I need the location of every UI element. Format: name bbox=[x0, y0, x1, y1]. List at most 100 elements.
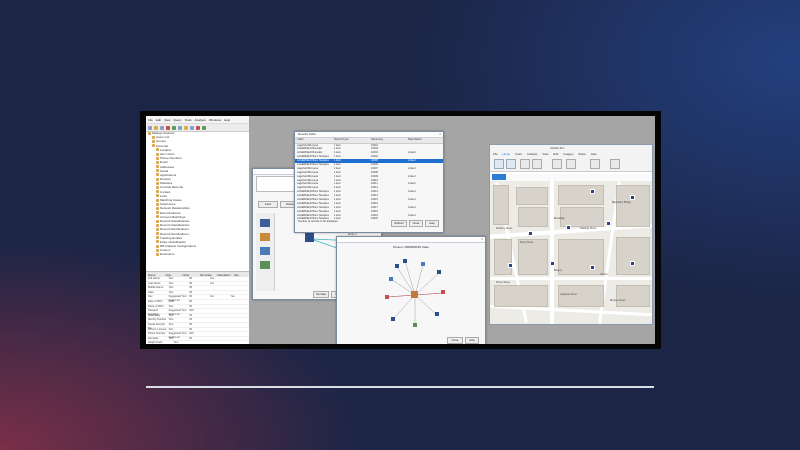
open-icon[interactable] bbox=[154, 125, 158, 130]
map-pin[interactable] bbox=[508, 263, 513, 268]
menu-item-help[interactable]: Help bbox=[224, 118, 230, 122]
network-node[interactable] bbox=[421, 262, 425, 266]
tab-imagery[interactable]: Imagery bbox=[563, 152, 573, 156]
menu-item-tools[interactable]: Tools bbox=[185, 118, 192, 122]
col-name[interactable]: Name bbox=[146, 273, 163, 277]
close-button[interactable]: Close bbox=[409, 220, 423, 227]
network-node[interactable] bbox=[403, 259, 407, 263]
set-alias-button[interactable]: Set Alias bbox=[313, 291, 329, 298]
folder-icon bbox=[156, 215, 159, 219]
map-label: Prince Street bbox=[496, 281, 510, 284]
bookmark-icon[interactable] bbox=[506, 159, 516, 169]
person-icon[interactable] bbox=[260, 219, 270, 227]
results-window[interactable]: Results Table × Label Record Type Name Ke… bbox=[294, 131, 444, 233]
col-data-status[interactable]: Data Status bbox=[406, 138, 443, 143]
tab-share[interactable]: Share bbox=[578, 152, 585, 156]
measure-icon[interactable] bbox=[566, 159, 576, 169]
col-terminate[interactable]: Terminate bbox=[198, 273, 215, 277]
col-use[interactable]: Use bbox=[232, 273, 249, 277]
save-icon[interactable] bbox=[160, 125, 164, 130]
select-icon[interactable] bbox=[552, 159, 562, 169]
tab-home[interactable]: Home bbox=[503, 152, 510, 156]
tree-item[interactable]: Exclusions bbox=[146, 252, 249, 256]
tab-edit[interactable]: Edit bbox=[553, 152, 558, 156]
folder-icon[interactable] bbox=[184, 125, 188, 130]
add-data-icon[interactable] bbox=[532, 159, 542, 169]
map-pin[interactable] bbox=[566, 225, 571, 230]
document-icon[interactable] bbox=[260, 247, 270, 255]
run-icon[interactable] bbox=[172, 125, 176, 130]
col-record-type[interactable]: Record Type bbox=[332, 138, 369, 143]
table-cell: Text bbox=[168, 304, 174, 308]
col-type[interactable]: Type bbox=[163, 273, 180, 277]
col-label[interactable]: Label bbox=[295, 138, 332, 143]
network-window[interactable]: × Person: 2000009150 Case Close Help bbox=[336, 236, 486, 344]
col-calculation[interactable]: Calculation bbox=[215, 273, 232, 277]
map-pin[interactable] bbox=[590, 265, 595, 270]
network-node[interactable] bbox=[441, 290, 445, 294]
settings-icon[interactable] bbox=[190, 125, 194, 130]
tab-insert[interactable]: Insert bbox=[515, 152, 522, 156]
refresh-icon[interactable] bbox=[202, 125, 206, 130]
map-label: Lafayette Street bbox=[560, 293, 577, 296]
map-view[interactable]: Blackfriars Bridge Broadway Mulberry Str… bbox=[490, 181, 652, 324]
network-center-node[interactable] bbox=[411, 291, 418, 298]
basemap-icon[interactable] bbox=[520, 159, 530, 169]
network-title: Person: 2000009150 Case bbox=[393, 245, 429, 249]
insert-button[interactable]: Insert bbox=[258, 201, 278, 208]
map-pin[interactable] bbox=[590, 189, 595, 194]
network-node[interactable] bbox=[389, 277, 393, 281]
map-label: Hastings Street bbox=[580, 227, 597, 230]
locate-icon[interactable] bbox=[610, 159, 620, 169]
folder-icon bbox=[156, 181, 159, 185]
close-icon[interactable]: × bbox=[439, 132, 441, 137]
table-cell: 100 bbox=[189, 332, 194, 336]
help-button[interactable]: Help bbox=[465, 337, 479, 344]
menu-item-analysis[interactable]: Analysis bbox=[195, 118, 206, 122]
tab-view[interactable]: View bbox=[542, 152, 548, 156]
stop-icon[interactable] bbox=[196, 125, 200, 130]
map-pin[interactable] bbox=[630, 195, 635, 200]
graph-node-person[interactable] bbox=[305, 233, 314, 242]
map-pin[interactable] bbox=[606, 221, 611, 226]
map-pin[interactable] bbox=[528, 231, 533, 236]
network-node[interactable] bbox=[391, 317, 395, 321]
map-tab[interactable] bbox=[492, 174, 506, 180]
table-row[interactable]: Height Code Text bbox=[146, 341, 249, 344]
table-cell bbox=[228, 318, 249, 322]
menu-item-windows[interactable]: Windows bbox=[209, 118, 221, 122]
entity-palette bbox=[256, 213, 275, 291]
close-button[interactable]: Close bbox=[447, 337, 463, 344]
map-pin[interactable] bbox=[550, 261, 555, 266]
phone-icon[interactable] bbox=[260, 233, 270, 241]
table-cell: 35 bbox=[189, 318, 193, 322]
network-node[interactable] bbox=[385, 295, 389, 299]
location-icon[interactable] bbox=[260, 261, 270, 269]
labeling-icon[interactable] bbox=[590, 159, 600, 169]
explore-icon[interactable] bbox=[494, 159, 504, 169]
tab-analysis[interactable]: Analysis bbox=[527, 152, 537, 156]
menu-item-edit[interactable]: Edit bbox=[156, 118, 161, 122]
menu-item-view[interactable]: View bbox=[164, 118, 170, 122]
network-node[interactable] bbox=[395, 264, 399, 268]
tab-help[interactable]: Help bbox=[591, 152, 597, 156]
folder-icon bbox=[156, 165, 159, 169]
network-node[interactable] bbox=[413, 323, 417, 327]
help-button[interactable]: Help bbox=[425, 220, 439, 227]
search-icon[interactable] bbox=[178, 125, 182, 130]
network-node[interactable] bbox=[435, 312, 439, 316]
menu-item-file[interactable]: File bbox=[148, 118, 153, 122]
new-icon[interactable] bbox=[148, 125, 152, 130]
menu-item-query[interactable]: Query bbox=[173, 118, 181, 122]
col-name-key[interactable]: Name Key bbox=[369, 138, 406, 143]
network-node[interactable] bbox=[437, 270, 441, 274]
tab-file[interactable]: File bbox=[493, 152, 498, 156]
delete-icon[interactable] bbox=[166, 125, 170, 130]
table-cell: Place of Birth bbox=[148, 304, 164, 308]
table-cell bbox=[223, 341, 249, 344]
refresh-button[interactable]: Refresh bbox=[391, 220, 407, 227]
folder-icon bbox=[156, 211, 159, 215]
table-cell: Text bbox=[168, 327, 174, 331]
map-pin[interactable] bbox=[630, 261, 635, 266]
col-order[interactable]: Order bbox=[180, 273, 197, 277]
